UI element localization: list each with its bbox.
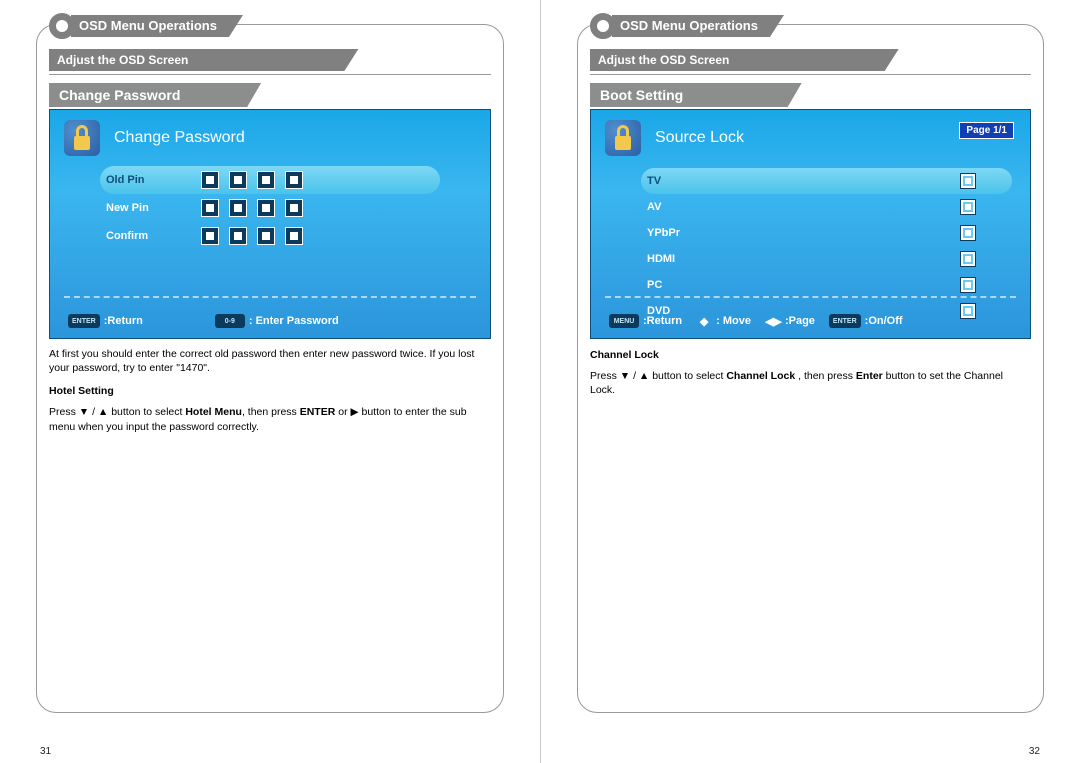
page-number: 31 [40, 746, 51, 757]
instruction-heading: Channel Lock [590, 349, 1031, 361]
lock-open-icon [64, 120, 100, 156]
header-title: OSD Menu Operations [71, 15, 243, 37]
pin-input[interactable] [201, 171, 303, 189]
hint-onoff: ENTER :On/Off [829, 314, 903, 328]
source-label: YPbPr [647, 227, 680, 239]
header-title: OSD Menu Operations [612, 15, 784, 37]
key-chip-0-9: 0-9 [215, 314, 245, 328]
osd-footer: MENU :Return ◆ : Move ◀▶ :Page ENTER :On… [591, 304, 1030, 338]
page-badge: Page 1/1 [959, 122, 1014, 139]
source-label: AV [647, 201, 661, 213]
osd-screenshot-source-lock: Page 1/1 Source Lock TV AV [590, 109, 1031, 339]
osd-row-confirm[interactable]: Confirm [106, 222, 470, 250]
source-row-pc[interactable]: PC [647, 272, 1012, 298]
hint-move: ◆ : Move [696, 315, 751, 328]
checkbox-icon[interactable] [960, 225, 976, 241]
page-left: OSD Menu Operations Adjust the OSD Scree… [0, 0, 540, 763]
hint-return: MENU :Return [609, 314, 682, 328]
source-row-av[interactable]: AV [647, 194, 1012, 220]
page-arrows-icon: ◀▶ [765, 315, 781, 328]
header-row: OSD Menu Operations [49, 13, 491, 39]
pin-input[interactable] [201, 227, 303, 245]
checkbox-icon[interactable] [960, 277, 976, 293]
osd-screenshot-change-password: Change Password Old Pin New Pin [49, 109, 491, 339]
osd-footer: ENTER :Return 0-9 : Enter Password [50, 304, 490, 338]
lock-open-icon [605, 120, 641, 156]
page-number: 32 [1029, 746, 1040, 757]
hint-page: ◀▶ :Page [765, 315, 815, 328]
osd-title: Change Password [114, 129, 245, 147]
key-chip-menu: MENU [609, 314, 639, 328]
panel-title: Boot Setting [590, 83, 802, 107]
instruction-text: Press ▼ / ▲ button to select Hotel Menu,… [49, 405, 491, 433]
source-row-ypbpr[interactable]: YPbPr [647, 220, 1012, 246]
checkbox-icon[interactable] [960, 173, 976, 189]
checkbox-icon[interactable] [960, 199, 976, 215]
nav-diamond-icon: ◆ [696, 315, 712, 328]
instruction-text: At first you should enter the correct ol… [49, 347, 491, 375]
page-right: OSD Menu Operations Adjust the OSD Scree… [540, 0, 1080, 763]
header-row: OSD Menu Operations [590, 13, 1031, 39]
checkbox-icon[interactable] [960, 251, 976, 267]
section-title: Adjust the OSD Screen [590, 49, 899, 71]
section-title: Adjust the OSD Screen [49, 49, 358, 71]
osd-label: New Pin [106, 202, 201, 214]
panel-title: Change Password [49, 83, 261, 107]
osd-label: Old Pin [106, 174, 201, 186]
osd-title: Source Lock [655, 129, 744, 147]
source-row-tv[interactable]: TV [641, 168, 1012, 194]
instruction-heading: Hotel Setting [49, 385, 491, 397]
manual-spread: OSD Menu Operations Adjust the OSD Scree… [0, 0, 1080, 763]
osd-separator [64, 296, 476, 298]
key-chip-enter: ENTER [829, 314, 861, 328]
hint-enter-password: 0-9 : Enter Password [215, 314, 339, 328]
source-row-hdmi[interactable]: HDMI [647, 246, 1012, 272]
pin-input[interactable] [201, 199, 303, 217]
osd-row-new-pin[interactable]: New Pin [106, 194, 470, 222]
osd-label: Confirm [106, 230, 201, 242]
instruction-text: Press ▼ / ▲ button to select Channel Loc… [590, 369, 1031, 397]
source-label: HDMI [647, 253, 675, 265]
page-card: OSD Menu Operations Adjust the OSD Scree… [36, 24, 504, 713]
hint-return: ENTER :Return [68, 314, 143, 328]
source-label: PC [647, 279, 662, 291]
page-card: OSD Menu Operations Adjust the OSD Scree… [577, 24, 1044, 713]
key-chip-enter: ENTER [68, 314, 100, 328]
osd-row-old-pin[interactable]: Old Pin [100, 166, 440, 194]
osd-separator [605, 296, 1016, 298]
source-label: TV [647, 175, 661, 187]
